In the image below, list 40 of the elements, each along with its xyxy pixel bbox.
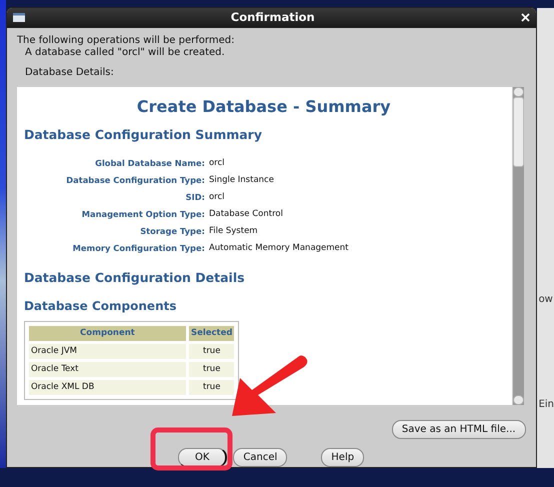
field-value: Single Instance [208,174,275,186]
window-title: Confirmation [230,9,316,26]
field-label: SID: [184,190,205,203]
table-cell: true [188,344,234,359]
section-heading: Database Configuration Summary [24,126,263,143]
field-value: Automatic Memory Management [208,242,350,254]
field-label: Database Configuration Type: [65,174,205,186]
help-button[interactable]: Help [321,448,364,467]
close-icon[interactable] [520,13,530,22]
column-header: Selected [188,326,234,341]
details-label: Database Details: [24,66,115,79]
save-button[interactable]: Save as an HTML file... [392,420,526,439]
dialog-button[interactable]: OK [178,448,228,467]
scroll-thumb[interactable] [512,96,524,167]
field-label: Storage Type: [139,224,205,237]
edge-text: ow [538,293,554,307]
field-label: Memory Configuration Type: [72,242,205,254]
section-heading: Database Configuration Details [24,270,246,286]
scroll-down-button[interactable] [512,395,524,405]
table-cell: Oracle JVM [28,344,186,359]
table-cell: true [188,362,234,377]
dialog-button[interactable]: Cancel [233,448,288,467]
window-icon [12,13,25,22]
field-value: File System [208,224,259,237]
edge-text: Ein [538,398,554,412]
summary-title: Create Database - Summary [136,96,392,117]
section-heading: Database Components [24,298,178,314]
field-value: orcl [208,190,226,203]
field-label: Management Option Type: [80,208,205,220]
scrollbar[interactable] [512,86,524,405]
scroll-up-button[interactable] [512,86,524,97]
column-header: Component [28,326,186,341]
field-value: Database Control [208,208,284,220]
operation-text: A database called "orcl" will be created. [24,46,226,59]
intro-text: The following operations will be performed: [16,34,236,47]
field-value: orcl [208,156,226,169]
field-label: Global Database Name: [94,156,205,169]
table-cell: Oracle Text [28,362,186,377]
table-cell: Oracle XML DB [28,380,186,395]
table-cell: true [188,380,234,395]
